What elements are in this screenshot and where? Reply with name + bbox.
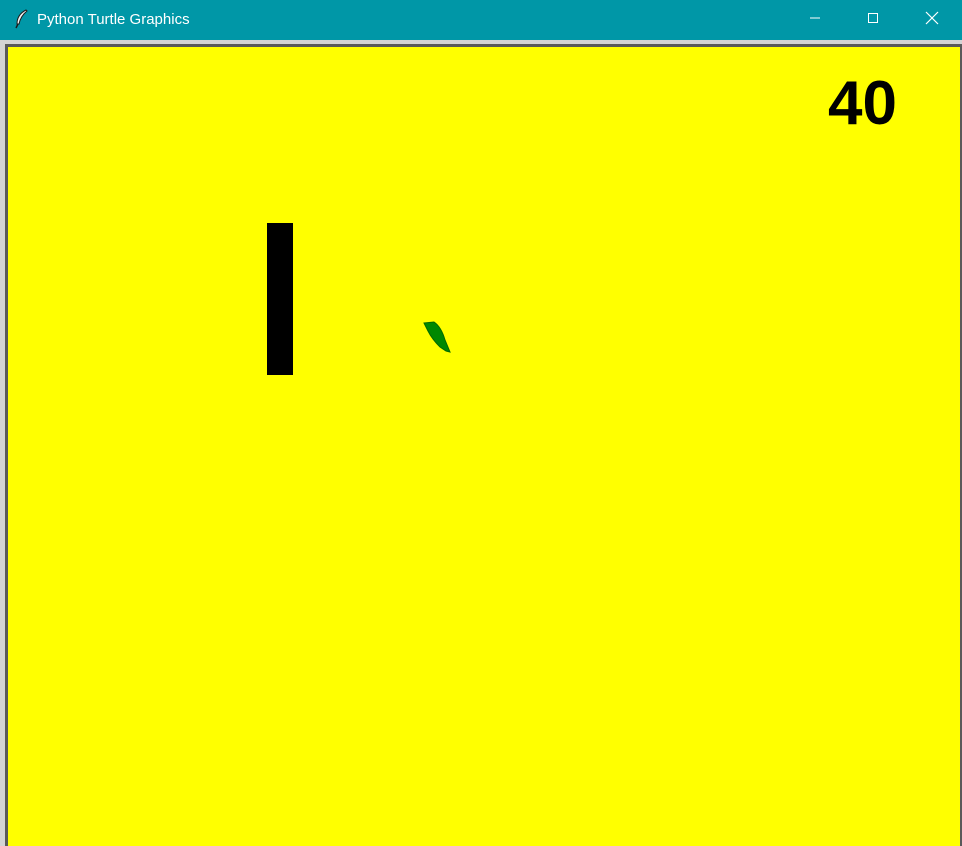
maximize-button[interactable] — [844, 0, 902, 40]
paddle — [267, 223, 293, 375]
feather-icon — [14, 9, 30, 29]
close-icon — [925, 11, 939, 30]
title-bar[interactable]: Python Turtle Graphics — [0, 0, 962, 40]
window-title: Python Turtle Graphics — [37, 11, 190, 28]
turtle-window: Python Turtle Graphics 40 — [0, 0, 962, 846]
close-button[interactable] — [902, 0, 962, 40]
turtle-icon — [422, 319, 452, 359]
minimize-icon — [809, 11, 821, 29]
maximize-icon — [867, 11, 879, 29]
score-display: 40 — [828, 69, 897, 138]
game-canvas[interactable]: 40 — [8, 47, 960, 846]
minimize-button[interactable] — [786, 0, 844, 40]
